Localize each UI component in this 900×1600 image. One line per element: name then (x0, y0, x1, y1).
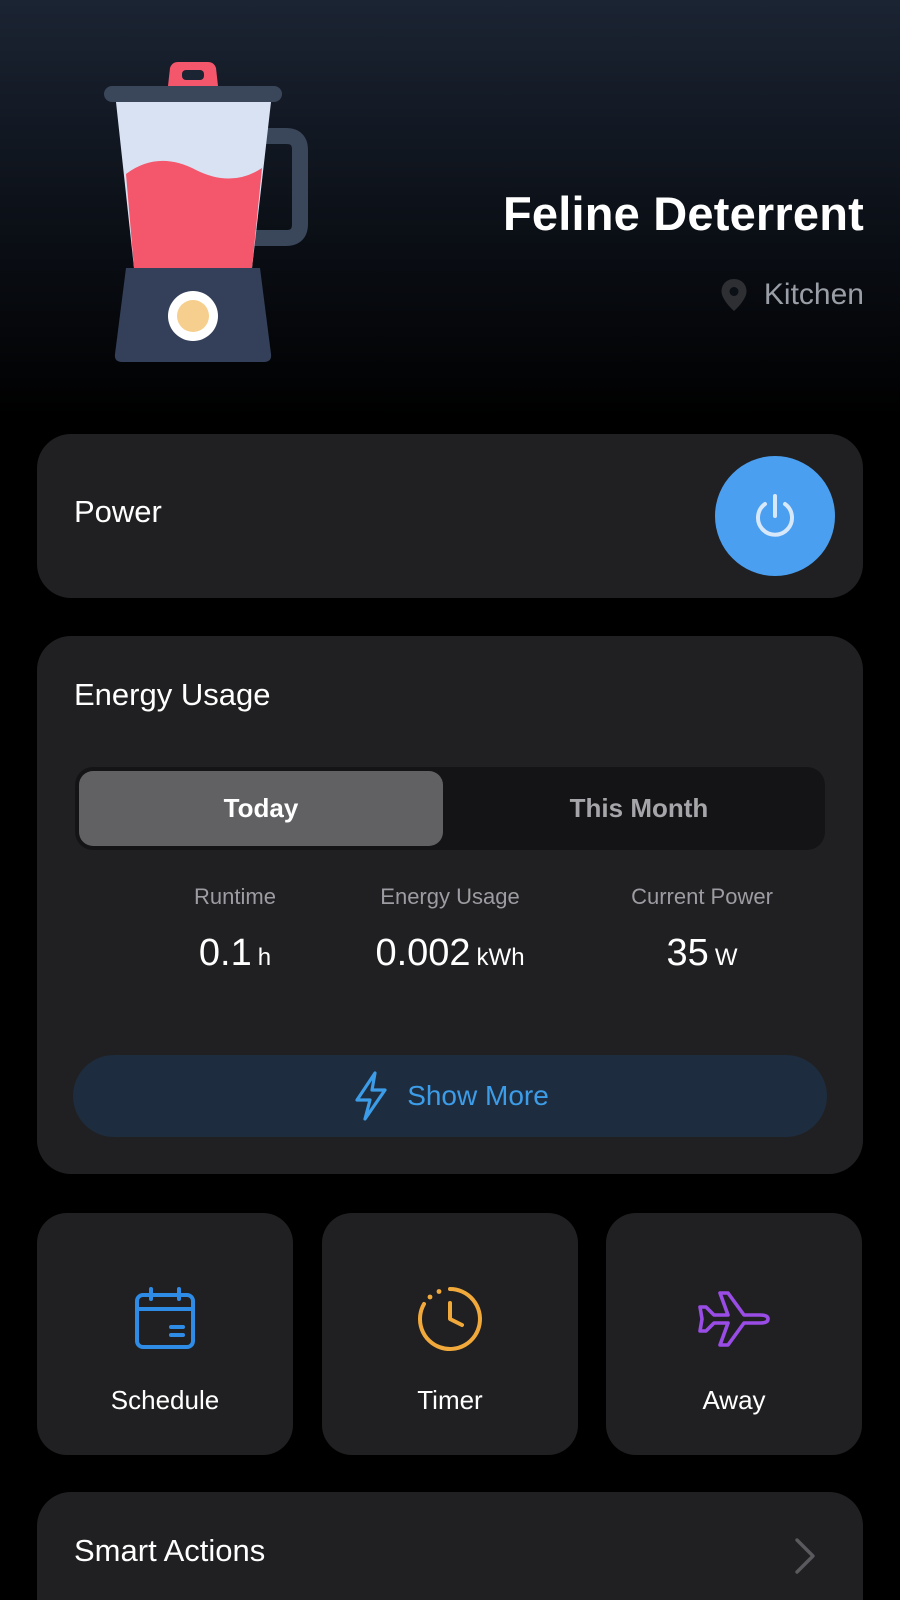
airplane-icon (698, 1291, 770, 1347)
device-detail-screen: Feline Deterrent Kitchen Power Energy Us… (0, 0, 900, 1600)
device-header: Feline Deterrent Kitchen (0, 0, 900, 420)
blender-icon (104, 62, 308, 362)
show-more-label: Show More (407, 1080, 549, 1111)
tab-today[interactable]: Today (79, 771, 443, 846)
lightning-icon (355, 1071, 387, 1121)
stat-label: Energy Usage (380, 884, 520, 909)
power-toggle-button[interactable] (715, 456, 835, 576)
schedule-label: Schedule (110, 1385, 220, 1415)
tab-this-month[interactable]: This Month (457, 771, 821, 846)
away-label: Away (702, 1385, 766, 1415)
location-pin-icon (721, 279, 747, 311)
stat-value: 0.1 (198, 932, 252, 974)
power-label: Power (74, 494, 162, 529)
stat-unit: W (714, 944, 738, 971)
device-location-label: Kitchen (763, 278, 864, 311)
smart-actions-label: Smart Actions (74, 1533, 266, 1568)
stat-label: Current Power (631, 884, 773, 909)
period-selector: Today This Month (75, 767, 825, 850)
timer-label: Timer (417, 1385, 483, 1415)
away-tile[interactable]: Away (606, 1213, 862, 1455)
energy-stats: Runtime 0.1 h Energy Usage 0.002 kWh Curre… (37, 884, 863, 994)
energy-usage-card: Energy Usage Today This Month Runtime 0.… (37, 636, 863, 1174)
smart-actions-row[interactable]: Smart Actions (37, 1492, 863, 1600)
power-icon (756, 494, 794, 537)
timer-tile[interactable]: Timer (322, 1213, 578, 1455)
stat-energy-usage: Energy Usage 0.002 kWh (320, 884, 580, 975)
show-more-button[interactable]: Show More (73, 1055, 827, 1137)
stat-unit: h (257, 944, 272, 971)
clock-icon (418, 1287, 482, 1351)
calendar-icon (135, 1287, 195, 1349)
schedule-tile[interactable]: Schedule (37, 1213, 293, 1455)
stat-value: 35 (666, 932, 709, 974)
device-name: Feline Deterrent (502, 187, 864, 240)
stat-value: 0.002 (375, 932, 471, 974)
stat-current-power: Current Power 35 W (572, 884, 832, 975)
power-card: Power (37, 434, 863, 598)
energy-usage-title: Energy Usage (74, 677, 271, 712)
device-location: Kitchen (720, 278, 864, 312)
chevron-right-icon (795, 1538, 815, 1574)
stat-unit: kWh (476, 944, 525, 971)
